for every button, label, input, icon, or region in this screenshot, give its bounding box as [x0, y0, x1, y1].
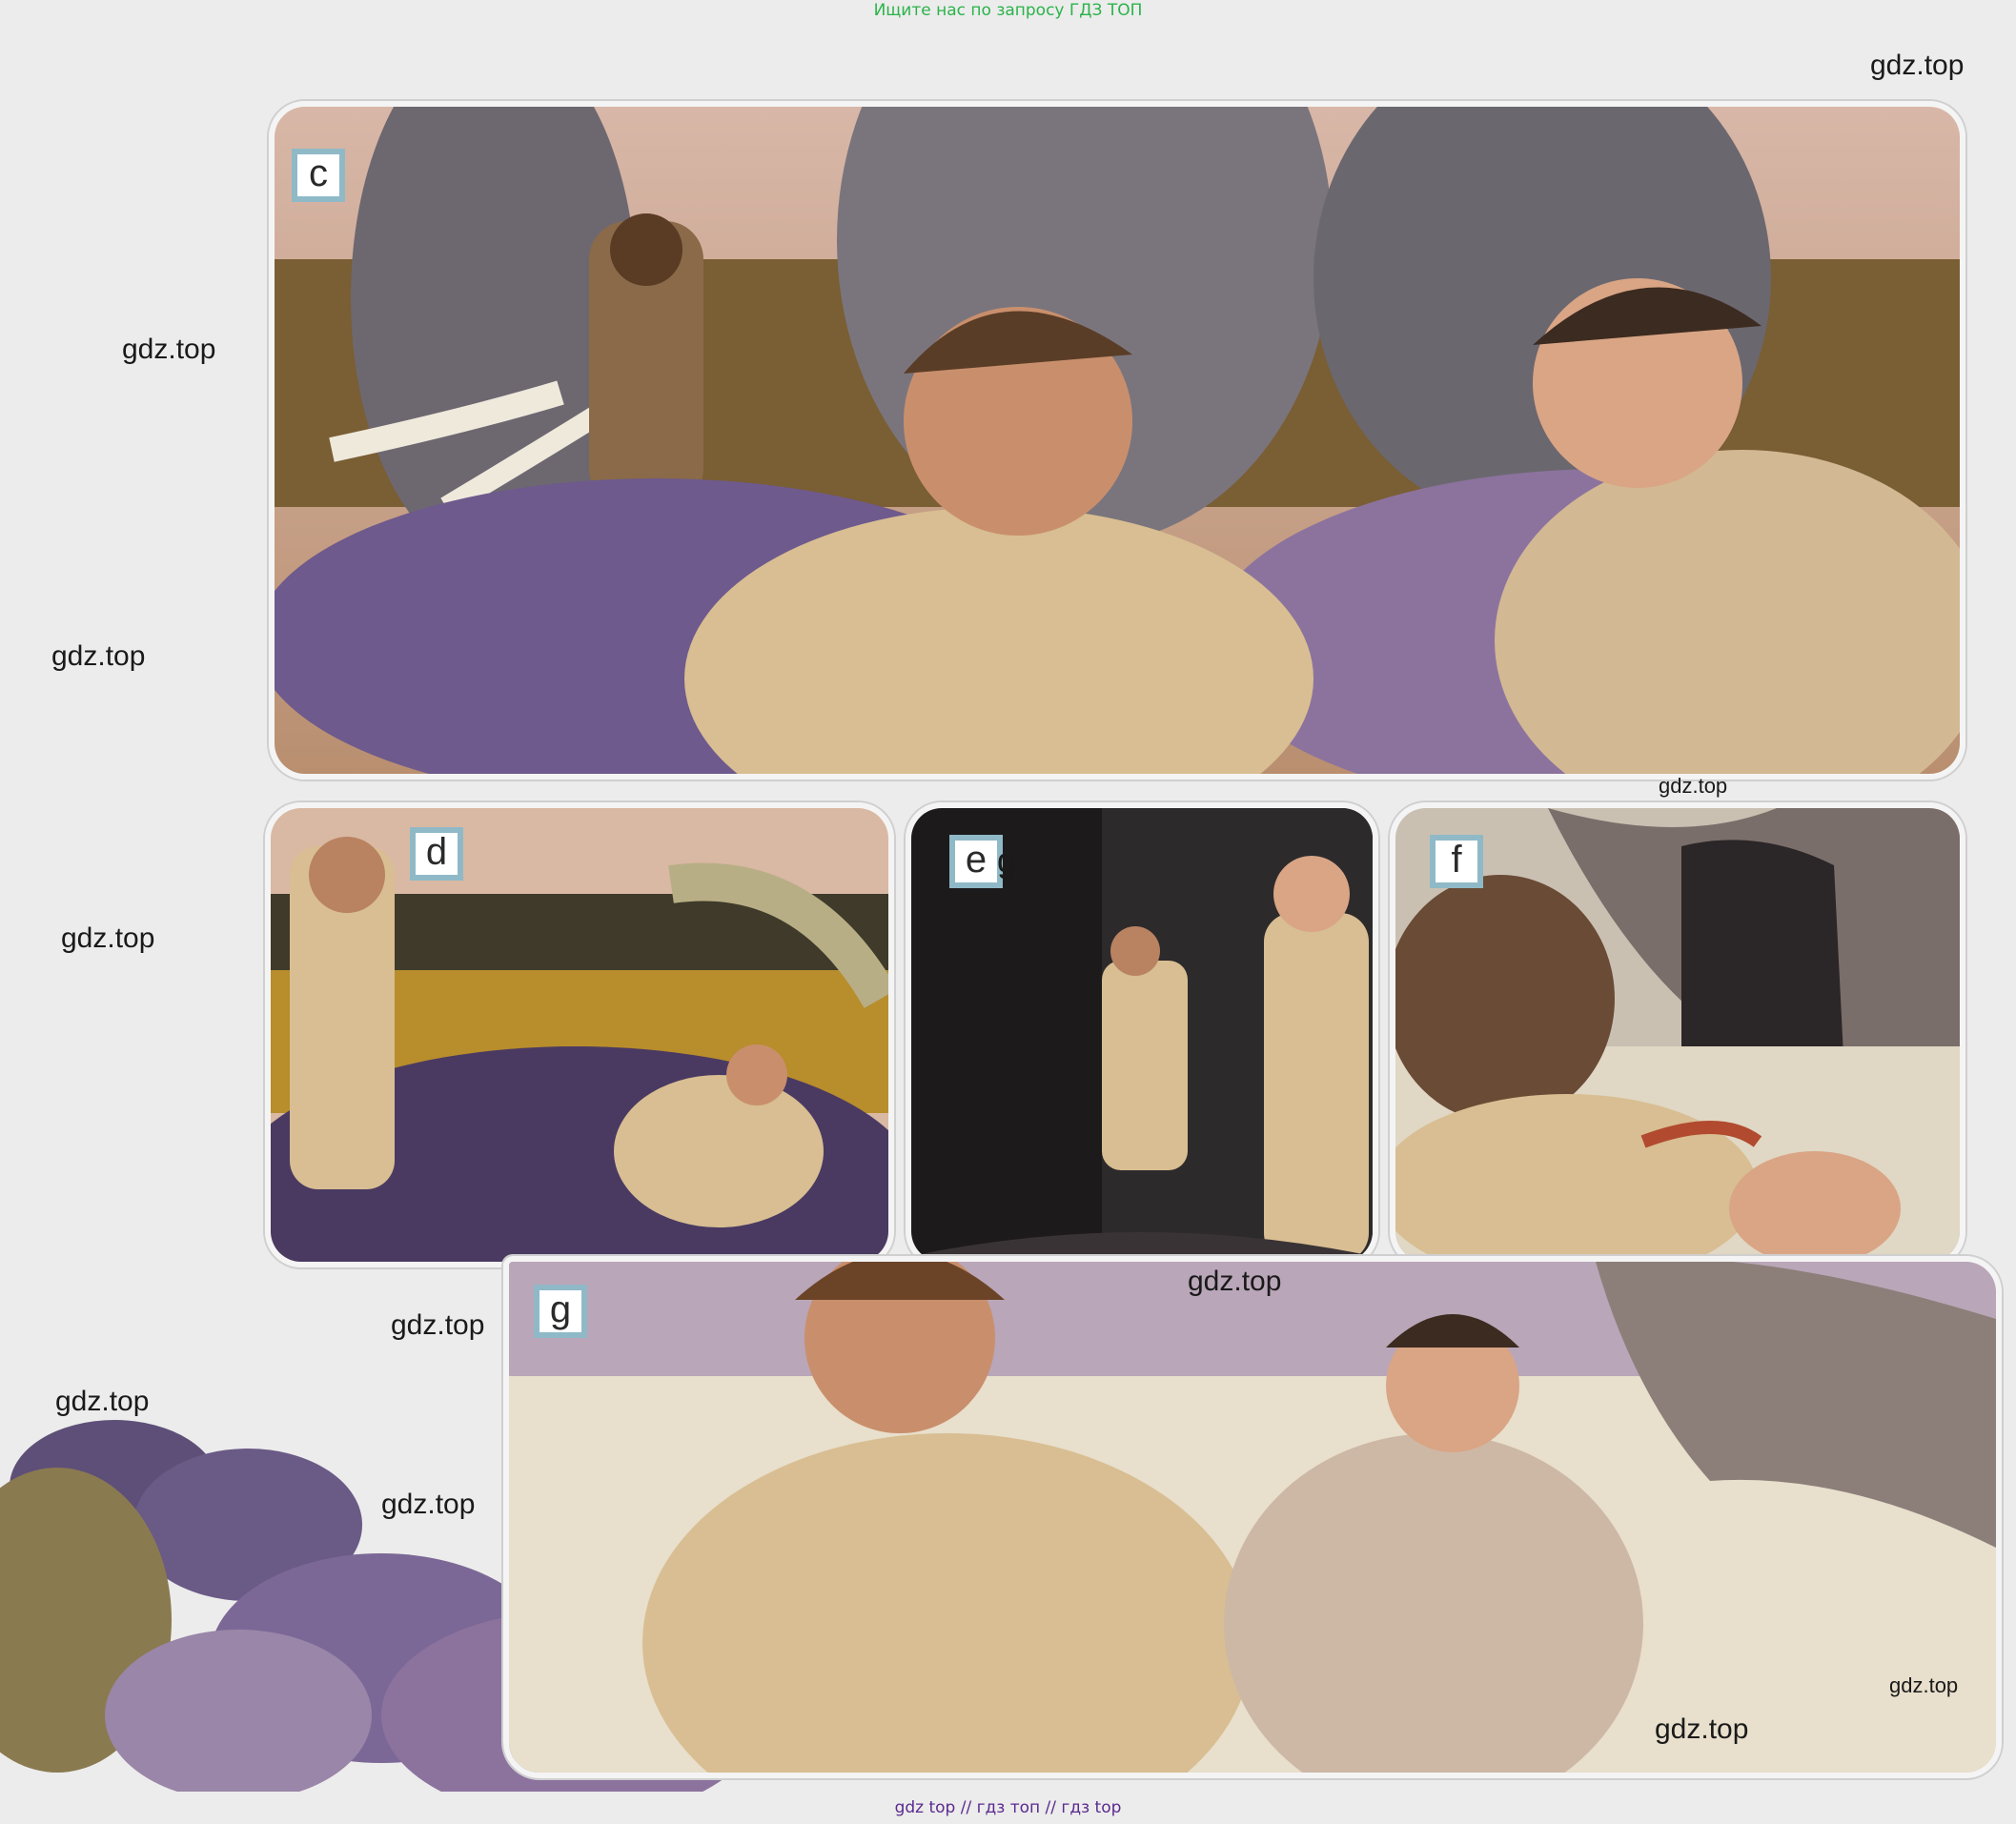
panel-c — [269, 101, 1965, 780]
watermark: gdz.top — [1889, 1673, 1959, 1697]
watermark: gdz.top — [51, 640, 146, 672]
panel-c-illustration — [275, 107, 1960, 774]
panel-d — [265, 802, 894, 1267]
watermark: gdz.top — [122, 334, 216, 365]
panel-c-label: c — [292, 149, 345, 202]
watermark: gdz.top — [1659, 774, 1728, 798]
panel-g-label: g — [534, 1285, 587, 1338]
textbook-page: Ищите нас по запросу ГДЗ ТОП c d e g f g… — [0, 0, 2016, 1824]
bottom-footer: gdz top // гдз топ // гдз top — [894, 1798, 1122, 1817]
panel-g — [503, 1256, 2002, 1778]
panel-d-label: d — [410, 827, 463, 881]
panel-g-illustration — [509, 1262, 1996, 1773]
panel-d-illustration — [271, 808, 888, 1262]
watermark: gdz.top — [391, 1309, 485, 1341]
top-banner: Ищите нас по запросу ГДЗ ТОП — [873, 1, 1143, 20]
watermark: gdz.top — [61, 922, 155, 954]
panel-e-label: e — [949, 835, 1003, 888]
watermark: gdz.top — [1870, 50, 1965, 81]
panel-e-stray-letter: g — [997, 841, 1017, 880]
watermark: gdz.top — [1188, 1266, 1282, 1297]
panel-f-label: f — [1430, 835, 1483, 888]
watermark: gdz.top — [1655, 1713, 1749, 1745]
watermark: gdz.top — [381, 1489, 476, 1520]
watermark: gdz.top — [55, 1386, 150, 1417]
